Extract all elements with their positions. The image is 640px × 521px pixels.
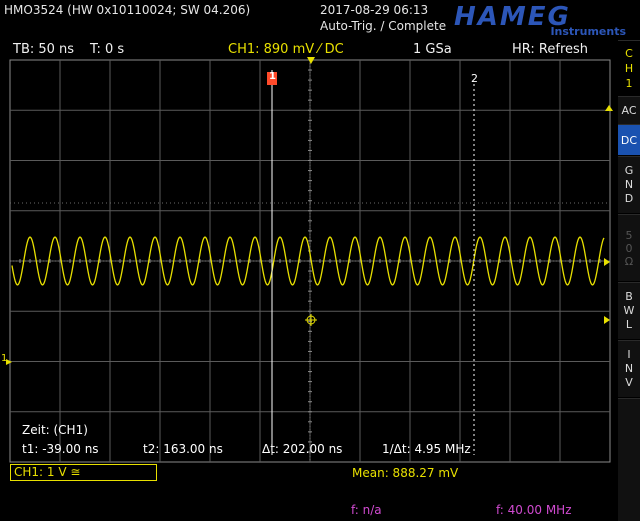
ohm-label: 50Ω (622, 228, 636, 268)
trigger-level-marker-right (604, 258, 610, 266)
graticule-border (9, 59, 611, 463)
trigger-time-readout[interactable]: T: 0 s (90, 42, 124, 57)
cursor-2-label: 2 (471, 72, 478, 85)
center-marker (306, 315, 316, 325)
waveform-layer (11, 236, 605, 286)
sample-rate-readout[interactable]: 1 GSa (413, 42, 452, 57)
datetime: 2017-08-29 06:13 (320, 3, 429, 17)
trigger-status: Auto-Trig. / Complete (320, 19, 447, 33)
cursor-1-label: 1 (269, 71, 276, 82)
cursor-layer (267, 70, 475, 455)
bwl-label: BWL (622, 290, 636, 332)
gnd-label: GND (622, 164, 636, 206)
ch-tab-letter-c: C (625, 46, 633, 60)
inv-label: INV (622, 348, 636, 390)
horizontal-mode-readout[interactable]: HR: Refresh (512, 42, 588, 57)
impedance-50-button[interactable]: 50Ω (618, 214, 640, 281)
trigger-level-marker (605, 105, 613, 111)
invert-button[interactable]: INV (618, 340, 640, 397)
graticule (9, 59, 611, 463)
measure-dt: Δt: 202.00 ns (262, 442, 343, 456)
frequency-value: f: 40.00 MHz (496, 503, 572, 517)
bwl-button[interactable]: BWL (618, 282, 640, 339)
ch-tab-letter-h: H (624, 61, 634, 75)
measure-t2: t2: 163.00 ns (143, 442, 223, 456)
channel-tab-ch1[interactable]: C H 1 (618, 40, 640, 95)
trigger-position-marker (307, 57, 315, 64)
ac-label: AC (621, 104, 637, 117)
measure-t1: t1: -39.00 ns (22, 442, 99, 456)
ch1-waveform (11, 236, 605, 286)
channel-readout[interactable]: CH1: 890 mV ⁄ DC (228, 42, 344, 57)
dc-label: DC (620, 133, 638, 147)
coupling-ac-button[interactable]: AC (618, 96, 640, 124)
measure-title: Zeit: (CH1) (22, 423, 88, 437)
side-menu-spacer (618, 398, 640, 521)
ch-tab-letter-1: 1 (625, 76, 633, 90)
coupling-gnd-button[interactable]: GND (618, 156, 640, 213)
channel-1-marker-label: 1 (1, 353, 8, 364)
coupling-dc-button[interactable]: DC (618, 124, 640, 155)
measure-inv-dt: 1/Δt: 4.95 MHz (382, 442, 471, 456)
channel-setting-box[interactable]: CH1: 1 V ≅ (10, 464, 157, 481)
device-info: HMO3524 (HW 0x10110024; SW 04.206) (4, 3, 251, 17)
frequency-na: f: n/a (351, 503, 382, 517)
mean-readout: Mean: 888.27 mV (352, 466, 459, 480)
right-edge-marker (604, 316, 610, 324)
timebase-readout[interactable]: TB: 50 ns (13, 42, 74, 57)
hameg-logo: HAMEG Instruments (452, 1, 630, 38)
logo-sub: Instruments (550, 25, 626, 37)
